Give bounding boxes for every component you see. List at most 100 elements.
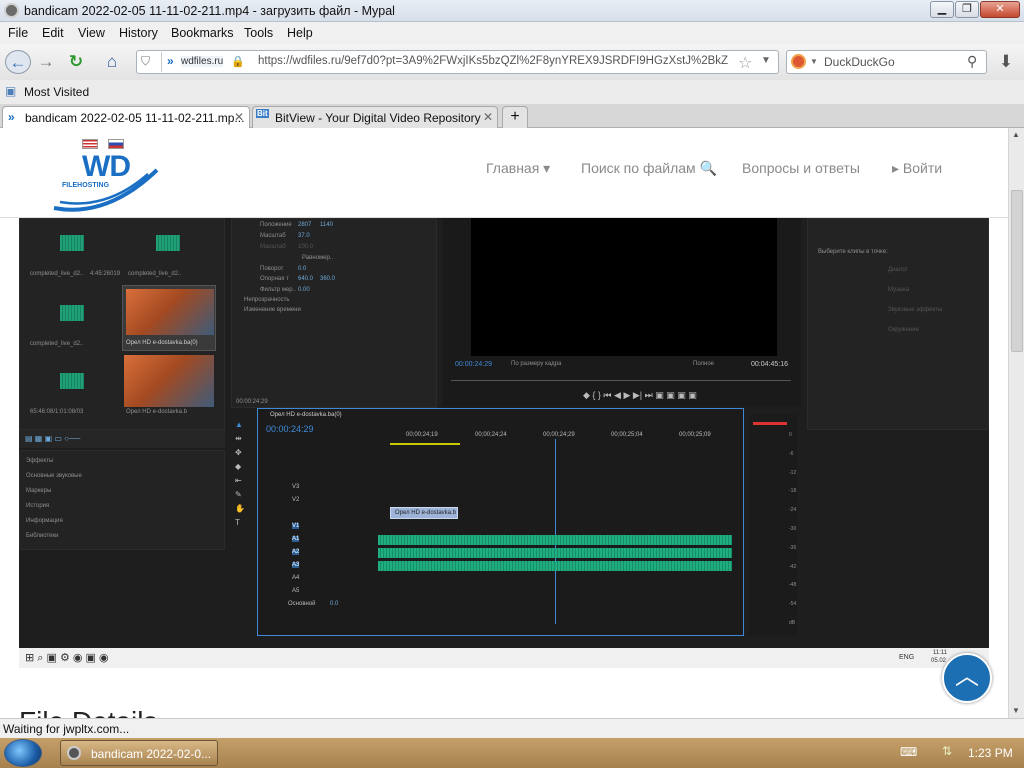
shield-icon[interactable]: ⛉	[141, 54, 150, 69]
track-label[interactable]: A2	[292, 549, 300, 555]
track-label[interactable]: A5	[292, 588, 299, 594]
effect-value[interactable]: 2807	[298, 222, 311, 228]
home-icon[interactable]: ⌂	[99, 50, 125, 74]
video-clip[interactable]: Орел HD e-dostavka.b	[390, 507, 458, 519]
video-thumb-selected[interactable]: Орел HD e-dostavka.ba(0)	[122, 285, 216, 351]
fit-select[interactable]: По размеру кадра	[511, 361, 561, 367]
effects-item[interactable]: Основные звуковые	[26, 473, 82, 479]
nav-home[interactable]: Главная ▾	[486, 160, 550, 177]
clock[interactable]: 1:23 PM	[968, 746, 1013, 760]
effect-value[interactable]: 360.0	[320, 276, 335, 282]
most-visited-link[interactable]: Most Visited	[24, 85, 89, 99]
effect-value[interactable]: 1140	[320, 222, 333, 228]
menu-tools[interactable]: Tools	[244, 26, 273, 40]
essential-item[interactable]: Музыка	[888, 287, 909, 293]
track-label[interactable]: V2	[292, 497, 299, 503]
essential-item[interactable]: Окружение	[888, 327, 919, 333]
effect-value[interactable]: 37.0	[298, 233, 310, 239]
inner-start-icon[interactable]: ⊞ ⌕ ▣ ⚙ ◉ ▣ ◉	[25, 651, 109, 665]
track-label[interactable]: V1	[292, 523, 300, 529]
tab-close-icon[interactable]: ✕	[234, 110, 244, 124]
new-tab-button[interactable]: +	[502, 106, 528, 129]
sequence-tab[interactable]: Орел HD e-dostavka.ba(0)	[270, 412, 342, 418]
work-area-bar[interactable]	[390, 443, 460, 445]
track-label[interactable]: A1	[292, 536, 300, 542]
taskbar-item[interactable]: bandicam 2022-02-0...	[60, 740, 218, 766]
scroll-thumb[interactable]	[1011, 190, 1023, 352]
maximize-button[interactable]: ❐	[955, 1, 979, 18]
back-icon[interactable]: ←	[5, 50, 31, 74]
keyboard-icon[interactable]: ⌨	[900, 745, 917, 759]
audio-thumb[interactable]	[60, 305, 84, 321]
nav-search-files[interactable]: Поиск по файлам 🔍	[581, 160, 717, 177]
page-scrollbar[interactable]: ▲ ▼	[1008, 128, 1024, 718]
effects-item[interactable]: Маркеры	[26, 488, 51, 494]
flag-ru-icon[interactable]	[108, 139, 124, 149]
site-logo[interactable]: WD FILEHOSTING	[52, 150, 162, 214]
tab-close-icon[interactable]: ✕	[483, 110, 493, 124]
start-button[interactable]	[4, 739, 42, 767]
track-label[interactable]: A4	[292, 575, 299, 581]
scroll-top-button[interactable]: ︿	[942, 653, 992, 703]
menu-edit[interactable]: Edit	[42, 26, 64, 40]
nav-faq[interactable]: Вопросы и ответы	[742, 160, 860, 176]
transport-controls[interactable]: ◆ { } ⏮ ◀ ▶ ▶| ⏭ ▣ ▣ ▣ ▣	[583, 390, 697, 401]
minimize-button[interactable]: ▁	[930, 1, 954, 18]
download-icon[interactable]: ⬇	[993, 50, 1019, 74]
program-frame[interactable]	[471, 218, 777, 356]
reload-icon[interactable]: ↻	[63, 50, 89, 74]
site-badge[interactable]: wdfiles.ru	[181, 56, 224, 67]
scroll-down-icon[interactable]: ▼	[1012, 706, 1020, 715]
bookmark-star-icon[interactable]: ☆	[738, 53, 752, 73]
effect-label[interactable]: Непрозрачность	[244, 297, 289, 303]
playhead[interactable]	[555, 439, 556, 624]
audio-clip[interactable]	[378, 548, 732, 558]
essential-item[interactable]: Диалог	[888, 267, 908, 273]
menu-bookmarks[interactable]: Bookmarks	[171, 26, 234, 40]
menu-file[interactable]: File	[8, 26, 28, 40]
timeline-panel[interactable]: Орел HD e-dostavka.ba(0) 00:00:24:29 00;…	[257, 408, 744, 636]
tab-bitview[interactable]: Bit BitView - Your Digital Video Reposit…	[252, 106, 498, 129]
effect-value[interactable]: 0.0	[298, 266, 306, 272]
track-label[interactable]: A3	[292, 562, 300, 568]
flag-us-icon[interactable]	[82, 139, 98, 149]
network-icon[interactable]: ⇅	[942, 744, 952, 758]
list-view-icon[interactable]: ▤ ▦ ▣ ▭ ○──	[25, 434, 80, 443]
essential-item[interactable]: Звуковые эффекты	[888, 307, 942, 313]
search-input[interactable]: DuckDuckGo	[824, 55, 895, 69]
menu-view[interactable]: View	[78, 26, 105, 40]
audio-clip[interactable]	[378, 561, 732, 571]
effect-row[interactable]: Равномер..	[302, 255, 333, 261]
program-scrubber[interactable]	[451, 380, 791, 381]
nav-login[interactable]: ▸ Войти	[892, 160, 942, 177]
menu-history[interactable]: History	[119, 26, 158, 40]
effect-value[interactable]: 100.0	[298, 244, 313, 250]
effects-item[interactable]: Информация	[26, 518, 63, 524]
close-button[interactable]: ✕	[980, 1, 1020, 18]
url-dropdown-icon[interactable]: ▼	[761, 55, 771, 66]
quality-select[interactable]: Полное	[693, 361, 714, 367]
forward-icon[interactable]: →	[33, 50, 59, 74]
search-icon[interactable]: ⚲	[967, 53, 977, 70]
menu-help[interactable]: Help	[287, 26, 313, 40]
audio-thumb[interactable]	[156, 235, 180, 251]
video-thumb[interactable]	[124, 355, 214, 407]
effect-value[interactable]: 640.0	[298, 276, 313, 282]
audio-clip[interactable]	[378, 535, 732, 545]
tools-panel[interactable]: ▲ ⇹ ✥ ◆ ⇤ ✎ ✋ T	[235, 418, 249, 528]
track-label[interactable]: V3	[292, 484, 299, 490]
master-track-value[interactable]: 0.0	[330, 601, 338, 607]
effect-value[interactable]: 0.00	[298, 287, 310, 293]
search-box[interactable]: ▼ DuckDuckGo ⚲	[786, 50, 987, 74]
engine-dropdown-icon[interactable]: ▼	[810, 57, 818, 66]
audio-thumb[interactable]	[60, 235, 84, 251]
effects-item[interactable]: Библиотеки	[26, 533, 59, 539]
tab-bandicam[interactable]: » bandicam 2022-02-05 11-11-02-211.mp...…	[2, 106, 250, 129]
effect-label[interactable]: Изменение времени	[244, 307, 301, 313]
video-player[interactable]: completed_live_d2.. 4:45:26019 completed…	[19, 218, 989, 668]
audio-thumb[interactable]	[60, 373, 84, 389]
scroll-up-icon[interactable]: ▲	[1012, 130, 1020, 139]
effects-item[interactable]: История	[26, 503, 49, 509]
effects-item[interactable]: Эффекты	[26, 458, 53, 464]
url-text[interactable]: https://wdfiles.ru/9ef7d0?pt=3A9%2FWxjIK…	[258, 55, 728, 67]
